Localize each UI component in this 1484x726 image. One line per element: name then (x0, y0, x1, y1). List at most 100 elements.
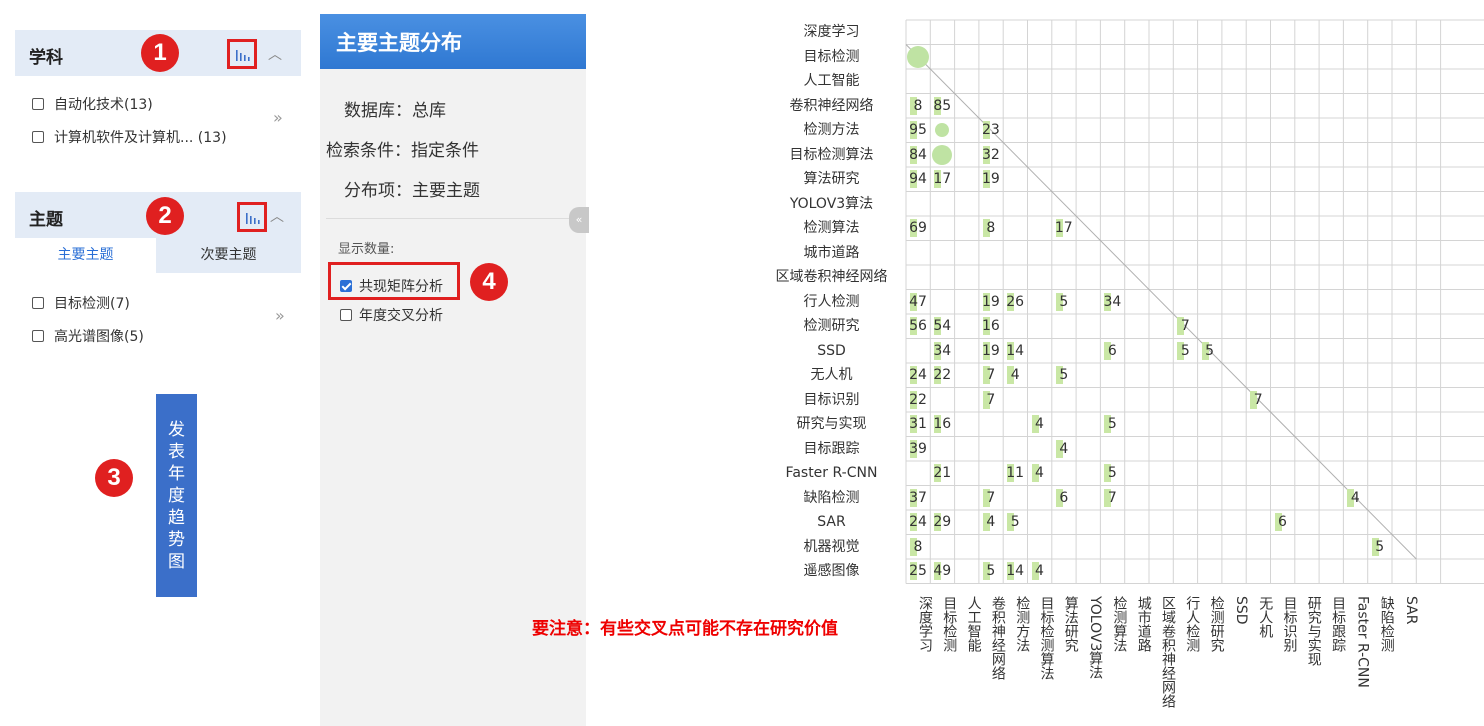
cooccurrence-cell[interactable]: 25 (906, 559, 930, 583)
cooccurrence-cell[interactable]: 7 (1246, 388, 1270, 412)
cooccurrence-cell[interactable]: 5 (1100, 461, 1124, 485)
cooccurrence-cell[interactable]: 54 (930, 314, 954, 338)
cooccurrence-cell[interactable]: 8 (906, 94, 930, 118)
cooccurrence-cell[interactable]: 4 (1028, 559, 1052, 583)
matrix-row-label: 区域卷积神经网络 (775, 269, 888, 285)
matrix-column-label: 城市道路 (1135, 596, 1152, 652)
cooccurrence-cell[interactable]: 21 (930, 461, 954, 485)
cooccurrence-cell[interactable]: 7 (1173, 314, 1197, 338)
cooccurrence-cell[interactable]: 19 (979, 339, 1003, 363)
cooccurrence-cell[interactable]: 5 (1052, 290, 1076, 314)
cooccurrence-cell[interactable]: 22 (906, 388, 930, 412)
cooccurrence-cell[interactable]: 16 (930, 412, 954, 436)
cell-value: 8 (913, 97, 923, 114)
matrix-column-label: 缺陷检测 (1378, 596, 1395, 652)
matrix-column-label: 检测研究 (1208, 596, 1225, 652)
cooccurrence-cell[interactable]: 5 (1368, 535, 1392, 559)
cooccurrence-cell[interactable]: 6 (1052, 486, 1076, 510)
cooccurrence-cell[interactable]: 5 (1052, 363, 1076, 387)
matrix-row-label: 研究与实现 (796, 416, 867, 432)
cooccurrence-cell[interactable]: 5 (1100, 412, 1124, 436)
matrix-row-label: SAR (817, 514, 846, 530)
cooccurrence-cell[interactable]: 31 (906, 412, 930, 436)
cooccurrence-cell[interactable]: 5 (979, 559, 1003, 583)
cooccurrence-cell[interactable]: 19 (979, 290, 1003, 314)
cooccurrence-cell[interactable]: 22 (930, 363, 954, 387)
matrix-row-label: 检测方法 (803, 122, 860, 138)
cooccurrence-cell[interactable]: 56 (906, 314, 930, 338)
cell-value: 21 (933, 465, 952, 481)
matrix-row-label: 缺陷检测 (803, 489, 860, 506)
cell-value: 26 (1006, 293, 1025, 310)
cooccurrence-cell[interactable]: 4 (1052, 437, 1076, 461)
cooccurrence-cell[interactable]: 14 (1003, 339, 1027, 363)
matrix-column-label: 检测方法 (1014, 596, 1031, 652)
cooccurrence-cell[interactable]: 49 (930, 559, 954, 583)
cooccurrence-cell[interactable]: 26 (1003, 290, 1027, 314)
cooccurrence-cell[interactable]: 7 (1100, 486, 1124, 510)
matrix-column-label: YOLOV3算法 (1087, 596, 1104, 680)
cell-value: 6 (1278, 514, 1287, 530)
cell-value: 25 (909, 563, 927, 579)
cooccurrence-cell[interactable]: 8 (979, 216, 1003, 240)
cooccurrence-cell[interactable]: 4 (1028, 461, 1052, 485)
cooccurrence-cell[interactable]: 7 (979, 486, 1003, 510)
cooccurrence-cell[interactable]: 14 (1003, 559, 1027, 583)
cooccurrence-bubble[interactable] (907, 45, 930, 68)
cell-value: 37 (909, 489, 927, 506)
cooccurrence-cell[interactable]: 94 (906, 167, 930, 191)
cooccurrence-cell[interactable]: 17 (1052, 216, 1076, 240)
cooccurrence-cell[interactable]: 39 (906, 437, 930, 461)
cell-value: 22 (933, 367, 952, 383)
cooccurrence-cell[interactable]: 24 (906, 363, 930, 387)
cooccurrence-cell[interactable]: 6 (1100, 339, 1124, 363)
cooccurrence-cell[interactable]: 32 (979, 143, 1003, 167)
cooccurrence-cell[interactable]: 29 (930, 510, 954, 534)
cooccurrence-cell[interactable]: 4 (1003, 363, 1027, 387)
matrix-column-label: SAR (1403, 596, 1419, 625)
cooccurrence-cell[interactable]: 4 (1028, 412, 1052, 436)
cooccurrence-cell[interactable]: 17 (930, 167, 954, 191)
cell-value: 19 (981, 171, 1000, 187)
cooccurrence-cell[interactable]: 11 (1003, 461, 1027, 485)
matrix-row-label: 机器视觉 (803, 538, 860, 555)
cell-value: 11 (1006, 465, 1025, 481)
cooccurrence-cell[interactable]: 6 (1271, 510, 1295, 534)
matrix-row-label: YOLOV3算法 (789, 195, 874, 212)
matrix-row-label: 行人检测 (803, 293, 860, 310)
cooccurrence-cell[interactable]: 34 (930, 339, 954, 363)
cell-value: 23 (981, 122, 1000, 138)
cooccurrence-cell[interactable]: 47 (906, 290, 930, 314)
cooccurrence-cell[interactable]: 69 (906, 216, 930, 240)
cell-value: 39 (909, 440, 927, 457)
matrix-column-label: 深度学习 (917, 596, 933, 652)
cooccurrence-cell[interactable]: 4 (1343, 486, 1367, 510)
cooccurrence-cell[interactable]: 34 (1100, 290, 1124, 314)
matrix-row-label: 无人机 (810, 367, 853, 383)
cooccurrence-cell[interactable]: 7 (979, 388, 1003, 412)
cooccurrence-cell[interactable]: 23 (979, 118, 1003, 142)
cell-value: 16 (981, 318, 1000, 334)
cooccurrence-cell[interactable]: 7 (979, 363, 1003, 387)
matrix-column-label: 目标检测 (941, 596, 958, 652)
cooccurrence-cell[interactable]: 37 (906, 486, 930, 510)
cooccurrence-cell[interactable]: 84 (906, 143, 930, 167)
matrix-row-label: Faster R-CNN (785, 465, 878, 481)
cooccurrence-cell[interactable]: 5 (1198, 339, 1222, 363)
cell-value: 14 (1006, 563, 1025, 579)
cooccurrence-cell[interactable]: 4 (979, 510, 1003, 534)
cooccurrence-cell[interactable]: 5 (1003, 510, 1027, 534)
matrix-column-label: 卷积神经网络 (989, 596, 1006, 680)
cooccurrence-cell[interactable]: 16 (979, 314, 1003, 338)
cell-value: 8 (986, 220, 996, 236)
matrix-column-label: 检测算法 (1111, 596, 1128, 652)
cooccurrence-cell[interactable]: 8 (906, 535, 930, 559)
matrix-row-label: 卷积神经网络 (789, 97, 874, 114)
cooccurrence-cell[interactable]: 95 (906, 118, 930, 142)
cooccurrence-cell[interactable]: 24 (906, 510, 930, 534)
matrix-row-label: 遥感图像 (803, 563, 860, 579)
cooccurrence-cell[interactable]: 19 (979, 167, 1003, 191)
cell-value: 19 (981, 293, 1000, 310)
cooccurrence-cell[interactable]: 85 (930, 94, 954, 118)
cooccurrence-cell[interactable]: 5 (1173, 339, 1197, 363)
